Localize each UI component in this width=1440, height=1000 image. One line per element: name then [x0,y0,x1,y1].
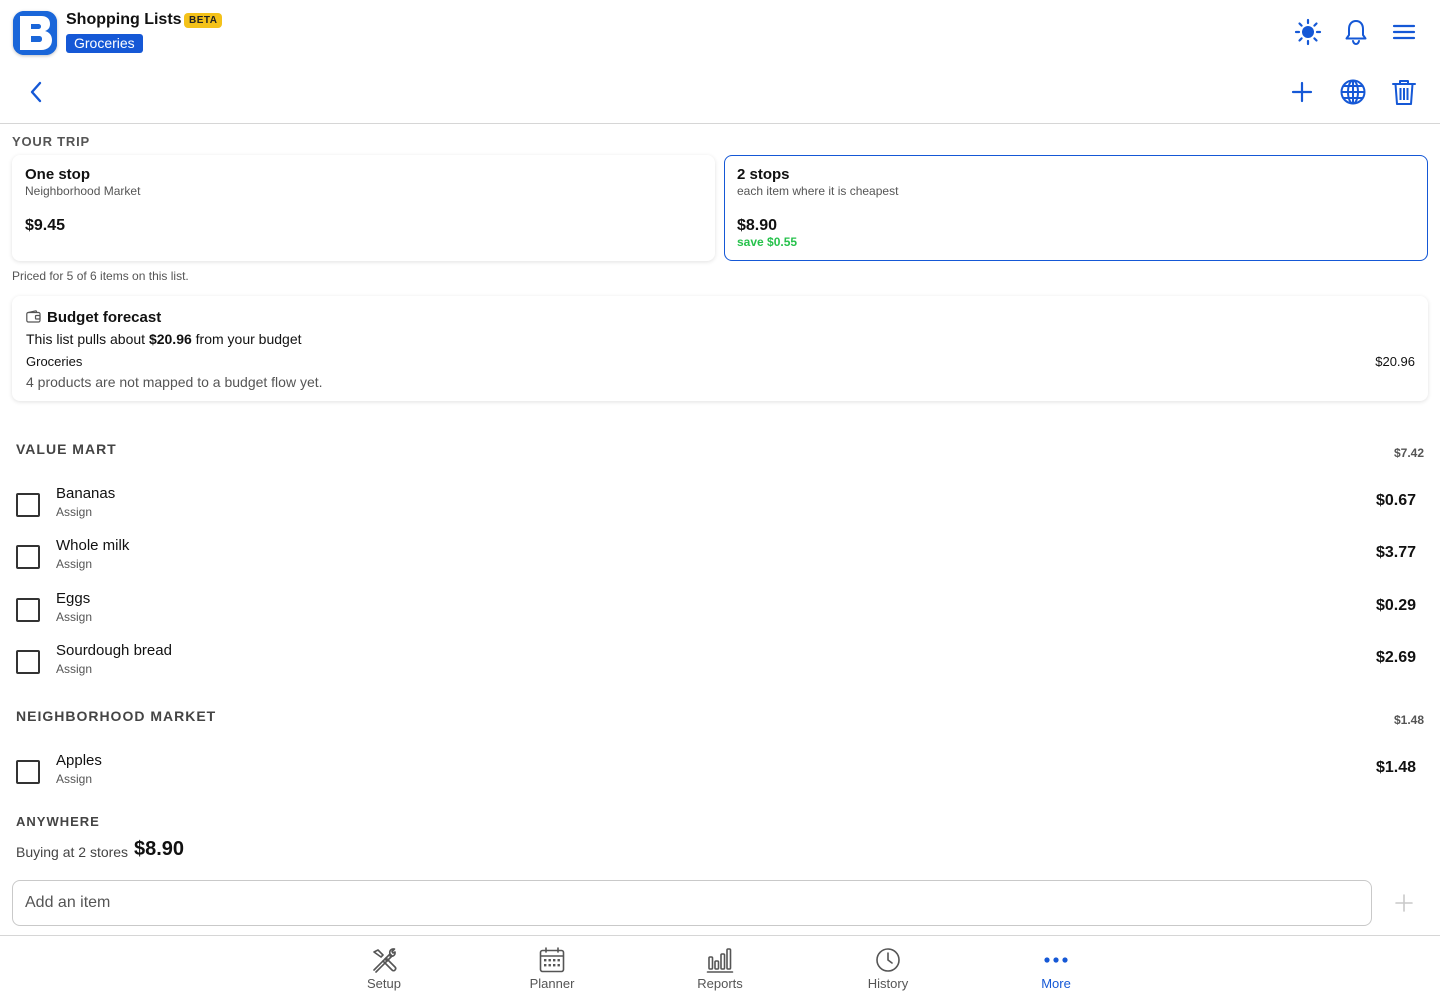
app-logo [13,11,57,55]
list-item: Bananas Assign $0.67 [0,485,1440,533]
anywhere-total: $8.90 [134,838,185,860]
trip-option-price: $8.90 [737,217,778,234]
budget-category: Groceries [26,354,83,369]
toolbar [0,64,1440,124]
trash-icon[interactable] [1389,77,1419,107]
item-price: $2.69 [1375,649,1416,666]
trip-option-one-stop[interactable]: One stop Neighborhood Market $9.45 [12,155,715,261]
assign-link[interactable]: Assign [56,505,92,519]
item-price: $3.77 [1375,544,1416,561]
bar-chart-icon [706,948,734,973]
item-checkbox[interactable] [16,493,40,517]
item-price: $1.48 [1375,759,1416,776]
bottom-nav: Setup Planner Reports History More [0,935,1440,1000]
budget-note: 4 products are not mapped to a budget fl… [26,374,323,390]
tools-icon [373,948,397,973]
app-title: Shopping Lists [66,11,182,28]
plus-icon[interactable] [1287,77,1317,107]
nav-tab-label: Planner [529,976,575,991]
trip-option-title: One stop [25,166,91,183]
item-name: Bananas [56,485,116,502]
back-icon[interactable] [22,77,52,107]
anywhere-note: Buying at 2 stores [16,844,129,860]
item-checkbox[interactable] [16,545,40,569]
item-name: Eggs [56,590,91,607]
add-item-plus-icon[interactable] [1392,891,1416,915]
nav-tab-reports[interactable]: Reports [660,936,780,1000]
assign-link[interactable]: Assign [56,557,92,571]
item-checkbox[interactable] [16,760,40,784]
trip-savings: save $0.55 [737,235,798,249]
nav-tab-more[interactable]: More [996,936,1116,1000]
list-item: Sourdough bread Assign $2.69 [0,642,1440,690]
list-name-chip[interactable]: Groceries [66,34,143,53]
globe-icon[interactable] [1338,77,1368,107]
trip-option-price: $9.45 [25,217,66,234]
budget-title: Budget forecast [47,309,162,326]
item-price: $0.29 [1375,597,1416,614]
nav-tab-setup[interactable]: Setup [324,936,444,1000]
item-checkbox[interactable] [16,650,40,674]
item-price: $0.67 [1375,492,1416,509]
budget-summary: This list pulls about $20.96 from your b… [26,331,302,347]
item-name: Sourdough bread [56,642,172,659]
list-item: Eggs Assign $0.29 [0,590,1440,638]
beta-badge: BETA [184,13,223,28]
item-checkbox[interactable] [16,598,40,622]
nav-tab-label: Reports [697,976,743,991]
nav-tab-label: More [1041,976,1071,991]
trip-option-subtitle: each item where it is cheapest [737,184,899,198]
nav-tab-planner[interactable]: Planner [492,936,612,1000]
nav-tab-history[interactable]: History [828,936,948,1000]
clock-icon [876,948,900,972]
more-dots-icon [1044,957,1068,963]
list-item: Apples Assign $1.48 [0,752,1440,800]
nav-tab-label: History [867,976,909,991]
add-item-input[interactable] [12,880,1372,926]
assign-link[interactable]: Assign [56,662,92,676]
assign-link[interactable]: Assign [56,772,92,786]
calendar-icon [539,947,565,973]
bell-icon[interactable] [1342,18,1370,46]
store-header: NEIGHBORHOOD MARKET [16,708,217,724]
trip-option-subtitle: Neighborhood Market [25,184,141,198]
sun-icon[interactable] [1294,18,1322,46]
list-item: Whole milk Assign $3.77 [0,537,1440,585]
wallet-icon [26,310,41,328]
priced-note: Priced for 5 of 6 items on this list. [12,269,189,283]
store-total: $1.48 [1393,713,1424,727]
trip-option-title: 2 stops [737,166,790,183]
budget-forecast-card: Budget forecast This list pulls about $2… [12,296,1428,401]
item-name: Apples [56,752,102,769]
app-header: Shopping Lists BETA Groceries [0,0,1440,64]
store-header: VALUE MART [16,441,117,457]
budget-category-amount: $20.96 [1375,354,1415,369]
trip-option-two-stops[interactable]: 2 stops each item where it is cheapest $… [724,155,1428,261]
anywhere-label: ANYWHERE [16,814,100,829]
trip-section-label: YOUR TRIP [12,134,90,149]
menu-icon[interactable] [1390,18,1418,46]
nav-tab-label: Setup [367,976,401,991]
store-total: $7.42 [1393,446,1424,460]
assign-link[interactable]: Assign [56,610,92,624]
budget-amount: $20.96 [148,331,192,347]
item-name: Whole milk [56,537,130,554]
